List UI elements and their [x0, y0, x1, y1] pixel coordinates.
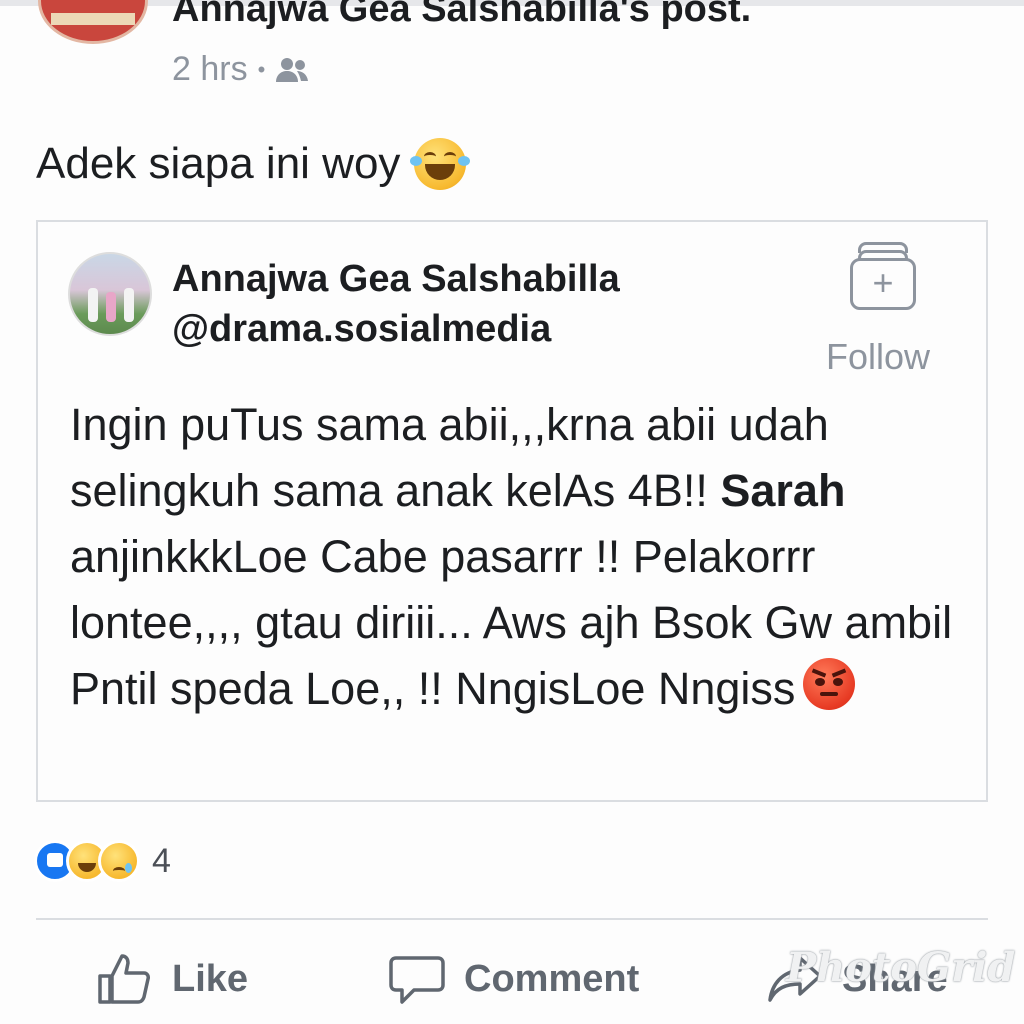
comment-label: Comment	[464, 957, 640, 1000]
avatar-banner-strip	[51, 13, 135, 25]
friends-icon[interactable]	[275, 56, 309, 84]
sad-reaction-icon	[98, 840, 140, 882]
reaction-summary[interactable]: 4	[34, 840, 171, 882]
post-caption: Adek siapa ini woy	[36, 138, 471, 190]
reaction-count: 4	[152, 841, 171, 880]
meta-separator: •	[257, 56, 266, 82]
laughing-tears-emoji	[410, 138, 471, 190]
follow-icon[interactable]: +	[850, 242, 916, 310]
shared-post-text: Ingin puTus sama abii,,,krna abii udah s…	[70, 392, 970, 722]
caption-text: Adek siapa ini woy	[36, 139, 401, 188]
author-name[interactable]: Annajwa Gea Salshabilla	[172, 258, 620, 301]
author-avatar[interactable]	[68, 252, 152, 336]
comment-bubble-icon	[389, 956, 445, 1004]
post-time[interactable]: 2 hrs	[172, 50, 248, 89]
tagged-name[interactable]: Sarah	[720, 465, 845, 516]
like-label: Like	[172, 957, 249, 1000]
thumbs-up-icon	[98, 954, 150, 1004]
shared-post-title[interactable]: Annajwa Gea Salshabilla's post.	[172, 0, 751, 31]
comment-button[interactable]: Comment	[388, 950, 639, 1008]
like-button[interactable]: Like	[96, 950, 248, 1008]
post-meta: 2 hrs •	[172, 50, 309, 89]
watermark-handle: @drama.sosialmedia	[172, 308, 552, 350]
angry-face-emoji	[803, 658, 856, 710]
sharer-avatar[interactable]	[38, 0, 148, 44]
shared-post-card[interactable]: Annajwa Gea Salshabilla @drama.sosialmed…	[36, 220, 988, 802]
post-text-part-1: Ingin puTus sama abii,,,krna abii udah s…	[70, 399, 829, 516]
follow-button[interactable]: Follow	[826, 336, 930, 378]
photogrid-watermark: PhotoGrid	[786, 944, 1016, 991]
actions-divider	[36, 918, 988, 920]
